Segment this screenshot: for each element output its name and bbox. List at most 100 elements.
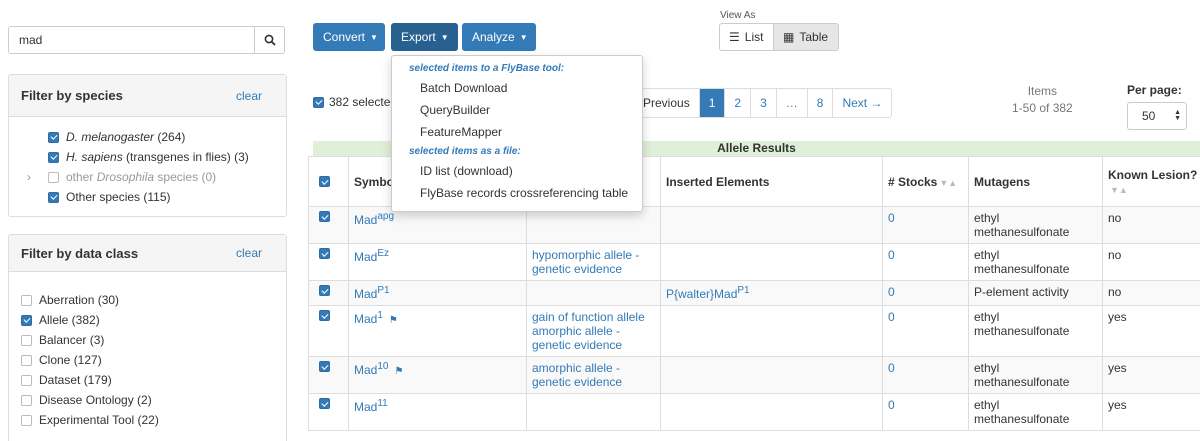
pagination-previous[interactable]: Previous (634, 89, 699, 117)
cell-lesion: yes (1102, 356, 1200, 394)
cell-stocks[interactable]: 0 (882, 393, 969, 431)
search-input[interactable] (9, 27, 254, 53)
allele-link[interactable]: Mad10 (354, 361, 388, 377)
cell-mutagens: ethyl methanesulfonate (968, 243, 1103, 281)
cell-class[interactable]: hypomorphic allele - genetic evidence (526, 243, 661, 281)
pagination-page[interactable]: 3 (750, 89, 776, 117)
menu-item-id-list[interactable]: ID list (download) (392, 160, 642, 182)
cell-stocks[interactable]: 0 (882, 280, 969, 306)
select-all-checkbox[interactable] (313, 96, 324, 108)
allele-link[interactable]: MadEz (354, 248, 389, 264)
cell-inserted (660, 305, 883, 357)
allele-link[interactable]: Mad1 (354, 310, 383, 326)
allele-link[interactable]: Mad11 (354, 398, 388, 414)
cell-stocks[interactable]: 0 (882, 243, 969, 281)
dataclass-checkbox[interactable] (21, 334, 32, 346)
species-checkbox-dmel[interactable] (48, 131, 59, 143)
view-as-label: View As (720, 10, 756, 21)
inserted-element-link[interactable]: P{walter}MadP1 (666, 285, 750, 301)
pagination-next[interactable]: Next → (832, 89, 891, 117)
row-checkbox[interactable] (319, 361, 330, 372)
cell-mutagens: ethyl methanesulfonate (968, 393, 1103, 431)
row-checkbox[interactable] (319, 248, 330, 259)
species-item-dmel[interactable]: D. melanogaster (264) (23, 127, 286, 147)
row-checkbox[interactable] (319, 310, 330, 321)
expand-chevron-icon[interactable]: › (27, 170, 31, 184)
cell-mutagens: ethyl methanesulfonate (968, 305, 1103, 357)
items-info: Items 1-50 of 382 (1012, 83, 1073, 117)
convert-button[interactable]: Convert ▼ (313, 23, 385, 51)
cell-class[interactable]: gain of function allele amorphic allele … (526, 305, 661, 357)
cell-mutagens: ethyl methanesulfonate (968, 206, 1103, 244)
menu-item-crossref-table[interactable]: FlyBase records crossreferencing table (392, 182, 642, 204)
species-item-other[interactable]: Other species (115) (23, 187, 286, 207)
cell-stocks[interactable]: 0 (882, 206, 969, 244)
dataclass-item[interactable]: Dataset (179) (21, 370, 286, 390)
species-item-hsap[interactable]: H. sapiens (transgenes in flies) (3) (23, 147, 286, 167)
cell-symbol: Madapg (348, 206, 527, 244)
col-lesion-label: Known Lesion? (1108, 167, 1198, 182)
dataclass-filter-clear[interactable]: clear (236, 246, 262, 260)
species-checkbox-other[interactable] (48, 191, 59, 203)
cell-class[interactable]: amorphic allele - genetic evidence (526, 356, 661, 394)
dataclass-item[interactable]: Clone (127) (21, 350, 286, 370)
header-select-checkbox[interactable] (319, 176, 330, 187)
dataclass-checkbox[interactable] (21, 314, 32, 326)
col-stocks[interactable]: # Stocks ▼▲ (882, 156, 969, 207)
species-count: (transgenes in flies) (3) (126, 150, 249, 164)
species-checkbox-other-dros[interactable] (48, 171, 59, 183)
dataclass-checkbox[interactable] (21, 294, 32, 306)
dataclass-checkbox[interactable] (21, 374, 32, 386)
menu-item-querybuilder[interactable]: QueryBuilder (392, 99, 642, 121)
pagination-page[interactable]: 8 (806, 89, 833, 117)
dataclass-label: Experimental Tool (22) (39, 413, 159, 427)
pagination-page[interactable]: 2 (724, 89, 750, 117)
dataclass-item[interactable]: Allele (382) (21, 310, 286, 330)
analyze-button[interactable]: Analyze ▼ (462, 23, 536, 51)
menu-item-batch-download[interactable]: Batch Download (392, 77, 642, 99)
dataclass-checkbox[interactable] (21, 394, 32, 406)
col-mutagens[interactable]: Mutagens (968, 156, 1103, 207)
cell-lesion: yes (1102, 393, 1200, 431)
cell-symbol: MadEz (348, 243, 527, 281)
cell-stocks[interactable]: 0 (882, 305, 969, 357)
cell-mutagens: ethyl methanesulfonate (968, 356, 1103, 394)
col-stocks-label: # Stocks (888, 174, 938, 189)
per-page-select[interactable]: 50 ▲ ▼ (1127, 102, 1187, 130)
dataclass-item[interactable]: Experimental Tool (22) (21, 410, 286, 430)
caret-down-icon: ▼ (440, 32, 449, 42)
cell-inserted (660, 356, 883, 394)
menu-item-featuremapper[interactable]: FeatureMapper (392, 121, 642, 143)
col-inserted[interactable]: Inserted Elements (660, 156, 883, 207)
view-table-button[interactable]: ▦ Table (773, 23, 839, 51)
view-list-button[interactable]: ☰ List (719, 23, 774, 51)
table-row: Mad10 ⚑ amorphic allele - genetic evidenc… (308, 356, 1200, 394)
dataclass-item[interactable]: Balancer (3) (21, 330, 286, 350)
row-checkbox[interactable] (319, 211, 330, 222)
col-lesion[interactable]: Known Lesion? ▼▲ (1102, 156, 1200, 207)
species-filter-title: Filter by species (21, 88, 123, 103)
species-checkbox-hsap[interactable] (48, 151, 59, 163)
species-item-other-dros[interactable]: › other Drosophila species (0) (23, 167, 286, 187)
select-all-row[interactable]: 382 selected (313, 95, 397, 109)
species-filter-clear[interactable]: clear (236, 89, 262, 103)
menu-header-file: selected items as a file: (409, 146, 521, 157)
allele-link[interactable]: Madapg (354, 211, 394, 227)
row-checkbox-cell (308, 243, 349, 281)
dataclass-item[interactable]: Aberration (30) (21, 290, 286, 310)
row-checkbox[interactable] (319, 285, 330, 296)
export-button[interactable]: Export ▼ (391, 23, 458, 51)
dataclass-checkbox[interactable] (21, 354, 32, 366)
list-icon: ☰ (729, 30, 740, 44)
dataclass-item[interactable]: Disease Ontology (2) (21, 390, 286, 410)
row-checkbox[interactable] (319, 398, 330, 409)
table-row: MadP1 P{walter}MadP1 0 P-element activit… (308, 280, 1200, 306)
allele-link[interactable]: MadP1 (354, 285, 390, 301)
items-label: Items (1027, 84, 1058, 98)
cell-stocks[interactable]: 0 (882, 356, 969, 394)
pagination-page[interactable]: 1 (698, 89, 725, 117)
search-button[interactable] (254, 27, 284, 53)
cell-lesion: yes (1102, 305, 1200, 357)
sort-icon: ▼▲ (939, 177, 958, 188)
dataclass-checkbox[interactable] (21, 414, 32, 426)
